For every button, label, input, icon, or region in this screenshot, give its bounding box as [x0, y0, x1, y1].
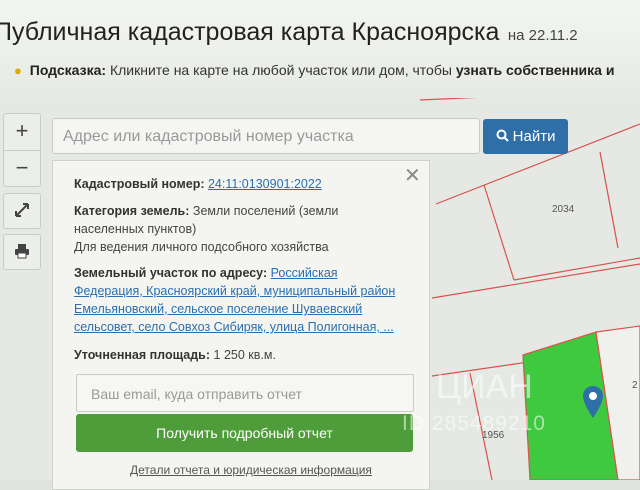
- printer-icon: [15, 243, 29, 259]
- watermark-id: ID 285489210: [402, 412, 546, 435]
- plot-label: 2034: [552, 204, 575, 215]
- area-label: Уточненная площадь:: [74, 348, 211, 362]
- fullscreen-button[interactable]: [3, 193, 41, 229]
- zoom-out-button[interactable]: −: [4, 151, 40, 187]
- address-link[interactable]: Российская: [271, 266, 338, 280]
- land-category-value-cont: населенных пунктов): [74, 222, 197, 236]
- land-category-row: Категория земель: Земли поселений (земли: [74, 202, 338, 220]
- expand-icon: [15, 202, 29, 217]
- page-title-date: на 22.11.2: [507, 27, 578, 44]
- address-link-line[interactable]: Емельяновский, сельское поселение Шуваев…: [74, 300, 362, 318]
- zoom-in-button[interactable]: +: [4, 114, 40, 151]
- land-usage: Для ведения личного подсобного хозяйства: [74, 240, 329, 254]
- search-button-label: Найти: [512, 128, 556, 145]
- cadastral-number-label: Кадастровый номер:: [74, 177, 205, 191]
- hint: ● Подсказка: Кликните на карте на любой …: [14, 62, 614, 78]
- cadastral-number-row: Кадастровый номер: 24:11:0130901:2022: [74, 175, 322, 193]
- land-category-label: Категория земель:: [74, 204, 190, 218]
- land-category-value: Земли поселений (земли: [192, 204, 339, 218]
- header: Публичная кадастровая карта Красноярска …: [0, 0, 640, 98]
- close-icon[interactable]: ✕: [404, 163, 421, 188]
- hint-text: Кликните на карте на любой участок или д…: [109, 62, 452, 78]
- search-button[interactable]: Найти: [483, 119, 568, 154]
- address-label: Земельный участок по адресу:: [74, 266, 268, 280]
- email-field[interactable]: Ваш email, куда отправить отчет: [76, 374, 414, 412]
- info-icon: ●: [14, 63, 22, 78]
- hint-bold-text: узнать собственника и: [455, 62, 615, 78]
- address-row: Земельный участок по адресу: Российская: [74, 264, 338, 282]
- search-icon: [496, 129, 509, 142]
- area-value: 1 250 кв.м.: [213, 348, 276, 362]
- plot-label: 2: [632, 380, 638, 391]
- details-link[interactable]: Детали отчета и юридическая информация: [130, 463, 372, 477]
- search-input[interactable]: Адрес или кадастровый номер участка: [52, 118, 480, 154]
- get-report-button[interactable]: Получить подробный отчет: [76, 414, 413, 452]
- zoom-control: + −: [3, 113, 41, 187]
- area-row: Уточненная площадь: 1 250 кв.м.: [74, 346, 276, 364]
- hint-label: Подсказка:: [29, 62, 107, 78]
- address-link-line[interactable]: Федерация, Красноярский край, муниципаль…: [74, 282, 395, 300]
- watermark-logo: ЦИАН: [436, 368, 533, 406]
- cadastral-number-link[interactable]: 24:11:0130901:2022: [208, 177, 322, 191]
- page-title: Публичная кадастровая карта Красноярска …: [0, 18, 578, 47]
- address-link-line[interactable]: сельсовет, село Совхоз Сибиряк, улица По…: [74, 318, 394, 336]
- location-pin-icon[interactable]: [582, 385, 604, 424]
- page-title-text: Публичная кадастровая карта Красноярска: [0, 18, 500, 46]
- print-button[interactable]: [3, 234, 41, 270]
